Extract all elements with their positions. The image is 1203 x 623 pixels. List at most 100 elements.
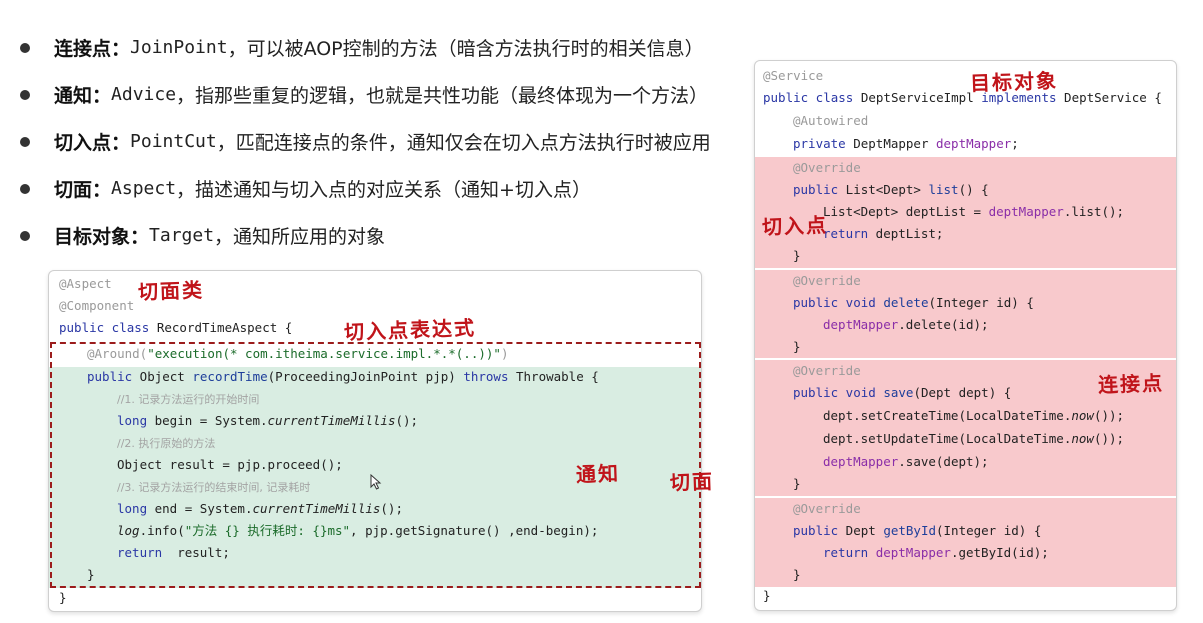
code-line: public List<Dept> list() { — [755, 179, 1176, 202]
bullet-dot — [20, 42, 30, 53]
code-line: } — [755, 336, 1176, 359]
annotation-around: @Around( — [87, 346, 148, 361]
bullet-term: 连接点： — [54, 38, 131, 60]
code-line: @Override — [755, 157, 1176, 180]
method-block-getbyid: @Override public Dept getById(Integer id… — [755, 498, 1176, 587]
static-method: currentTimeMillis — [252, 501, 381, 516]
annotation-aspect: @Aspect — [59, 276, 112, 291]
bullet-desc: ，匹配连接点的条件，通知仅会在切入点方法执行时被应用 — [216, 132, 711, 154]
code-line: } — [755, 564, 1176, 587]
code-text: Object — [132, 369, 193, 384]
code-text: ()); — [1093, 408, 1125, 423]
code-line: return result; — [49, 542, 701, 565]
handwritten-aspect: 切面 — [669, 469, 715, 495]
bullet-dot — [20, 89, 30, 100]
brace: } — [793, 567, 801, 582]
code-line: @Override — [755, 498, 1176, 521]
pointcut-expression: "execution(* com.itheima.service.impl.*.… — [147, 346, 501, 361]
code-line: } — [49, 564, 701, 587]
code-line: } — [755, 585, 1176, 608]
keyword: throws — [463, 369, 509, 384]
bullet-dot — [20, 136, 30, 147]
code-text: (); — [395, 413, 419, 428]
handwritten-target: 目标对象 — [969, 68, 1059, 96]
keyword: public class — [763, 90, 854, 105]
keyword: long — [117, 413, 148, 428]
bullet-term: 切面： — [54, 179, 112, 201]
code-line: @Override — [755, 270, 1176, 293]
keyword: return — [823, 545, 869, 560]
code-text: .list(); — [1063, 204, 1125, 219]
paren: ) — [500, 346, 509, 361]
method-name: getById — [883, 523, 936, 538]
brace: } — [793, 248, 801, 263]
code-text: Dept — [838, 523, 884, 538]
code-text: deptList; — [868, 226, 944, 241]
bullet-desc: ，描述通知与切入点的对应关系（通知+切入点） — [176, 179, 591, 201]
code-text: (Integer id) { — [936, 523, 1042, 538]
bullet-desc: ，通知所应用的对象 — [214, 226, 386, 248]
method-block-delete: @Override public void delete(Integer id)… — [755, 270, 1176, 358]
keyword: return — [823, 226, 869, 241]
bullet-code: PointCut — [130, 131, 217, 152]
bullet-aspect: 切面： Aspect ，描述通知与切入点的对应关系（通知+切入点） — [18, 165, 711, 212]
code-line: @Autowired — [755, 110, 1176, 133]
code-line: @Service — [755, 65, 1176, 88]
code-line: dept.setUpdateTime(LocalDateTime.now()); — [755, 428, 1176, 451]
code-text: ; — [1011, 136, 1019, 151]
class-name: RecordTimeAspect { — [149, 320, 293, 335]
code-line: deptMapper.save(dept); — [755, 451, 1176, 474]
bullet-desc: ，指那些重复的逻辑，也就是共性功能（最终体现为一个方法） — [176, 85, 709, 107]
code-line: //2. 执行原始的方法 — [49, 432, 701, 455]
code-line: private DeptMapper deptMapper; — [755, 133, 1176, 156]
code-text: DeptService { — [1056, 90, 1162, 105]
annotation-autowired: @Autowired — [793, 113, 869, 128]
code-text: .delete(id); — [898, 317, 989, 332]
code-line: public void delete(Integer id) { — [755, 292, 1176, 315]
code-text: List<Dept> deptList = — [823, 204, 989, 219]
bullet-desc: ，可以被AOP控制的方法（暗含方法执行时的相关信息） — [227, 38, 704, 60]
bullet-code: Aspect — [111, 178, 177, 199]
static-method: now — [1071, 408, 1094, 423]
field-name: deptMapper — [823, 454, 899, 469]
code-line: public Object recordTime(ProceedingJoinP… — [49, 366, 701, 389]
annotation-service: @Service — [763, 68, 824, 83]
comment: //2. 执行原始的方法 — [117, 437, 216, 450]
brace: } — [793, 476, 801, 491]
field-name: deptMapper — [875, 545, 951, 560]
code-line: //1. 记录方法运行的开始时间 — [49, 388, 701, 411]
static-method: currentTimeMillis — [267, 413, 396, 428]
code-text: .info( — [139, 523, 185, 538]
code-text: dept.setUpdateTime(LocalDateTime. — [823, 431, 1072, 446]
code-text: () { — [958, 182, 989, 197]
mouse-cursor-icon — [370, 474, 382, 490]
keyword: private — [793, 136, 846, 151]
bullet-code: Advice — [111, 84, 177, 105]
comment: //3. 记录方法运行的结束时间, 记录耗时 — [117, 481, 311, 494]
handwritten-joinpoint: 连接点 — [1097, 370, 1165, 398]
target-code-panel: @Service public class DeptServiceImpl im… — [754, 60, 1177, 611]
code-line: } — [49, 587, 701, 610]
handwritten-advice: 通知 — [575, 461, 621, 487]
code-line: long end = System.currentTimeMillis(); — [49, 498, 701, 521]
annotation-component: @Component — [59, 298, 135, 313]
code-text: dept.setCreateTime(LocalDateTime. — [823, 408, 1072, 423]
code-text: DeptMapper — [845, 136, 936, 151]
handwritten-pointcut: 切入点 — [761, 212, 829, 240]
comment: //1. 记录方法运行的开始时间 — [117, 393, 260, 406]
bullet-code: JoinPoint — [130, 37, 228, 58]
brace: } — [793, 339, 801, 354]
keyword: public class — [59, 320, 150, 335]
bullet-code: Target — [149, 225, 215, 246]
code-line: return deptMapper.getById(id); — [755, 542, 1176, 565]
method-name: recordTime — [192, 369, 268, 384]
keyword: long — [117, 501, 148, 516]
static-method: now — [1071, 431, 1094, 446]
method-name: list — [928, 182, 959, 197]
code-text: .getById(id); — [950, 545, 1049, 560]
code-text: (); — [380, 501, 403, 516]
code-text: (Dept dept) { — [913, 385, 1012, 400]
field-name: deptMapper — [936, 136, 1012, 151]
code-text: ()); — [1093, 431, 1125, 446]
field-name: deptMapper — [823, 317, 899, 332]
